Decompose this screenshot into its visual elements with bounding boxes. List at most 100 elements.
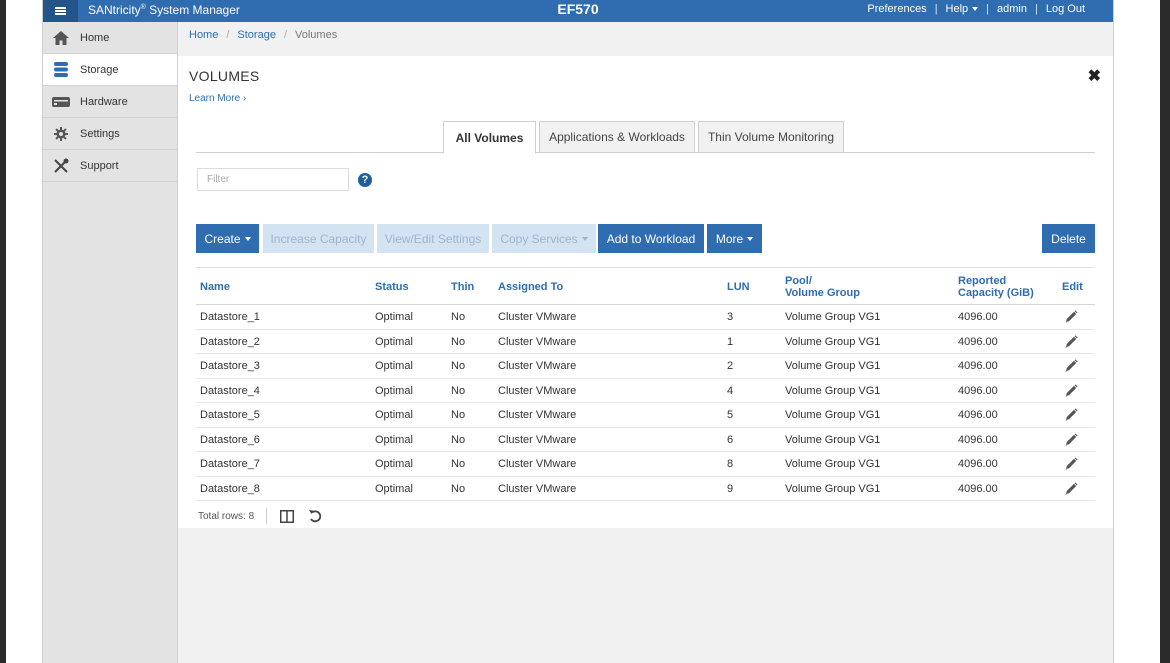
cell-thin: No [451, 409, 466, 421]
column-header-assigned-to[interactable]: Assigned To [498, 281, 563, 293]
learn-more-link[interactable]: Learn More › [189, 93, 246, 104]
cell-thin: No [451, 433, 466, 446]
sidebar-item-label: Storage [80, 63, 119, 76]
view-edit-settings-button[interactable]: View/Edit Settings [377, 224, 489, 253]
column-header-edit: Edit [1062, 281, 1083, 293]
cell-status: Optimal [375, 335, 413, 348]
help-menu[interactable]: Help [946, 3, 979, 15]
column-header-lun[interactable]: LUN [727, 281, 750, 293]
copy-services-label: Copy Services [500, 231, 578, 246]
column-header-status[interactable]: Status [375, 281, 409, 293]
tab-all-volumes[interactable]: All Volumes [443, 121, 536, 154]
chevron-down-icon [972, 7, 979, 12]
cell-pool: Volume Group VG1 [785, 384, 881, 397]
chevron-down-icon [581, 236, 588, 241]
cell-lun: 9 [727, 482, 734, 495]
app-name: SANtricity [88, 3, 141, 17]
cell-assigned-to: Cluster VMware [498, 384, 577, 397]
pencil-icon[interactable] [1064, 383, 1078, 398]
add-to-workload-button[interactable]: Add to Workload [598, 224, 704, 253]
cell-name: Datastore_8 [200, 482, 260, 495]
cell-pool: Volume Group VG1 [785, 482, 881, 495]
increase-capacity-button[interactable]: Increase Capacity [263, 224, 374, 253]
table-row[interactable]: Datastore_7 Optimal No Cluster VMware 8 Volum… [196, 452, 1095, 477]
close-icon[interactable]: ✖ [1088, 66, 1101, 86]
page-title: VOLUMES [189, 68, 260, 84]
cell-assigned-to: Cluster VMware [498, 360, 577, 372]
app-window: SANtricity® System Manager EF570 Prefere… [43, 0, 1113, 663]
tab-thin-volume-monitoring[interactable]: Thin Volume Monitoring [698, 121, 844, 153]
column-header-capacity[interactable]: Reported Capacity (GiB) [958, 275, 1034, 299]
user-menu[interactable]: admin [997, 3, 1027, 15]
table-row[interactable]: Datastore_3 Optimal No Cluster VMware 2 Volum… [196, 354, 1095, 379]
window-frame-right [1113, 0, 1170, 663]
table-row[interactable]: Datastore_8 Optimal No Cluster VMware 9 Volum… [196, 477, 1095, 501]
cell-capacity: 4096.00 [958, 384, 998, 397]
cell-assigned-to: Cluster VMware [498, 335, 577, 348]
pencil-icon[interactable] [1064, 310, 1078, 324]
column-header-pool-line2: Volume Group [785, 287, 860, 299]
pencil-icon[interactable] [1064, 481, 1078, 496]
window-frame-left [0, 0, 43, 663]
cell-status: Optimal [375, 384, 413, 397]
cell-name: Datastore_1 [200, 311, 260, 323]
sidebar-item-label: Home [80, 31, 110, 44]
breadcrumb: Home / Storage / Volumes [189, 29, 337, 41]
chevron-down-icon [244, 236, 251, 241]
table-row[interactable]: Datastore_4 Optimal No Cluster VMware 4 Volum… [196, 379, 1095, 403]
cell-capacity: 4096.00 [958, 433, 998, 446]
sidebar-item-label: Hardware [80, 95, 128, 108]
breadcrumb-separator: / [226, 29, 230, 41]
more-button-label: More [715, 231, 744, 246]
copy-services-button[interactable]: Copy Services [492, 224, 596, 253]
tools-icon [52, 158, 70, 174]
pencil-icon[interactable] [1064, 408, 1078, 422]
sidebar-item-storage[interactable]: Storage [43, 54, 177, 86]
preferences-link[interactable]: Preferences [867, 3, 926, 15]
cell-thin: No [451, 482, 466, 495]
column-header-capacity-line2: Capacity (GiB) [958, 287, 1034, 299]
cell-status: Optimal [375, 433, 413, 446]
table-row[interactable]: Datastore_5 Optimal No Cluster VMware 5 Volum… [196, 403, 1095, 428]
sidebar-item-home[interactable]: Home [43, 22, 177, 54]
breadcrumb-storage[interactable]: Storage [237, 29, 276, 41]
table-row[interactable]: Datastore_2 Optimal No Cluster VMware 1 Volum… [196, 330, 1095, 354]
cell-assigned-to: Cluster VMware [498, 409, 577, 421]
column-header-pool-line1: Pool/ [785, 275, 812, 287]
sidebar-item-hardware[interactable]: Hardware [43, 86, 177, 118]
sidebar-item-support[interactable]: Support [43, 150, 177, 182]
tab-applications-workloads[interactable]: Applications & Workloads [539, 121, 695, 153]
menu-separator: | [986, 3, 990, 15]
cell-status: Optimal [375, 458, 413, 470]
help-icon[interactable]: ? [358, 173, 372, 187]
top-bar: SANtricity® System Manager EF570 Prefere… [43, 0, 1113, 22]
sidebar-item-settings[interactable]: Settings [43, 118, 177, 150]
pencil-icon[interactable] [1064, 457, 1078, 471]
filter-input[interactable] [197, 168, 349, 191]
column-header-name[interactable]: Name [200, 281, 230, 293]
delete-button[interactable]: Delete [1042, 224, 1095, 253]
pencil-icon[interactable] [1064, 432, 1078, 447]
cell-name: Datastore_5 [200, 409, 260, 421]
menu-toggle-button[interactable] [43, 0, 78, 22]
create-button[interactable]: Create [196, 224, 259, 253]
table-row[interactable]: Datastore_6 Optimal No Cluster VMware 6 Volum… [196, 428, 1095, 452]
column-header-thin[interactable]: Thin [451, 281, 474, 293]
more-button[interactable]: More [707, 224, 762, 253]
pencil-icon[interactable] [1064, 359, 1078, 373]
pencil-icon[interactable] [1064, 334, 1078, 349]
columns-icon[interactable] [279, 508, 295, 524]
cell-thin: No [451, 384, 466, 397]
cell-name: Datastore_3 [200, 360, 260, 372]
column-header-pool[interactable]: Pool/Volume Group [785, 275, 860, 299]
cell-assigned-to: Cluster VMware [498, 482, 577, 495]
total-rows: Total rows: 8 [198, 510, 255, 522]
logout-link[interactable]: Log Out [1046, 3, 1085, 15]
table-row[interactable]: Datastore_1 Optimal No Cluster VMware 3 Volum… [196, 305, 1095, 330]
refresh-icon[interactable] [307, 508, 323, 524]
cell-pool: Volume Group VG1 [785, 409, 881, 421]
cell-lun: 8 [727, 458, 734, 470]
create-button-label: Create [204, 231, 241, 246]
breadcrumb-home[interactable]: Home [189, 29, 218, 41]
table-body: Datastore_1 Optimal No Cluster VMware 3 Volum… [196, 305, 1095, 501]
